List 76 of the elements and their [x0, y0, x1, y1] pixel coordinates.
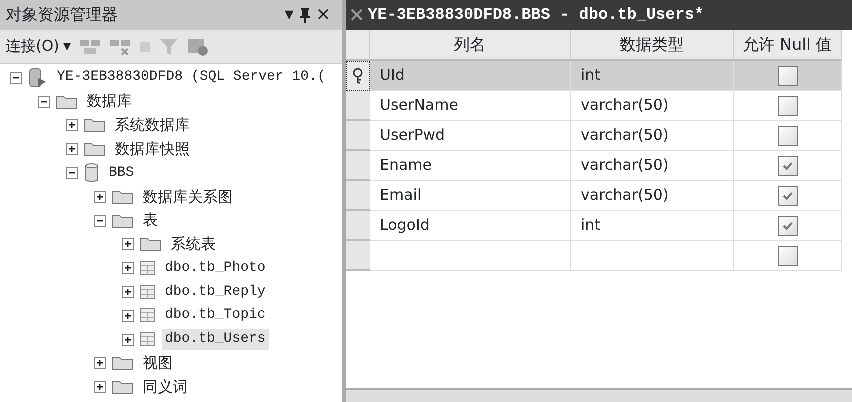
key-icon: [352, 68, 364, 84]
table-cell: LogoId: [370, 211, 571, 241]
table-icon: [140, 284, 156, 300]
expand-icon[interactable]: [122, 238, 134, 250]
collapse-icon[interactable]: [94, 214, 106, 227]
table-cell: varchar(50): [571, 121, 734, 151]
column-header[interactable]: 数据类型: [571, 30, 734, 61]
tree-item[interactable]: 系统表: [168, 233, 219, 256]
tree-item[interactable]: YE-3EB38830DFD8 (SQL Server 10.(: [54, 67, 329, 88]
check-icon: [782, 220, 794, 232]
expand-icon[interactable]: [66, 143, 78, 156]
table-cell: varchar(50): [571, 181, 734, 211]
checkbox[interactable]: [778, 246, 798, 266]
row-selector[interactable]: [346, 61, 370, 91]
tree-item[interactable]: 系统数据库: [112, 114, 193, 137]
folder-icon: [112, 188, 134, 205]
panel-title: 对象资源管理器: [6, 4, 118, 26]
document-tab[interactable]: YE-3EB38830DFD8.BBS - dbo.tb_Users*: [346, 0, 852, 30]
expand-icon[interactable]: [94, 357, 106, 370]
tree-item[interactable]: dbo.tb_Users: [162, 329, 269, 350]
checkbox[interactable]: [778, 66, 798, 86]
folder-icon: [56, 94, 78, 110]
table-cell: UId: [370, 61, 571, 91]
dropdown-button[interactable]: ▾: [280, 6, 299, 24]
expand-icon[interactable]: [122, 262, 134, 274]
expand-icon[interactable]: [94, 190, 106, 203]
pin-icon[interactable]: [298, 7, 311, 23]
tree-item[interactable]: dbo.tb_Photo: [162, 258, 269, 279]
folder-icon: [84, 141, 106, 158]
checkbox[interactable]: [778, 96, 798, 116]
collapse-icon[interactable]: [66, 167, 78, 180]
folder-icon: [140, 236, 162, 252]
folder-icon: [84, 117, 106, 134]
table-cell: Email: [370, 181, 571, 211]
tree-item[interactable]: 数据库关系图: [140, 186, 236, 208]
expand-icon[interactable]: [122, 334, 134, 346]
column-header[interactable]: 列名: [370, 30, 571, 61]
table-cell: UserPwd: [370, 121, 571, 151]
connect-button[interactable]: 连接(O) ▾: [6, 35, 72, 58]
table-icon: [140, 260, 156, 276]
folder-icon: [112, 355, 134, 372]
expand-icon[interactable]: [66, 119, 78, 132]
table-cell: varchar(50): [571, 151, 734, 181]
table-cell: Ename: [370, 151, 571, 181]
tree-item[interactable]: dbo.tb_Reply: [162, 282, 269, 303]
database-icon: [84, 163, 100, 184]
tree-item[interactable]: 视图: [140, 352, 176, 375]
server-icon: [28, 68, 48, 88]
tree-item[interactable]: 同义词: [140, 376, 191, 398]
tree-item[interactable]: 数据库快照: [112, 138, 193, 161]
checkbox[interactable]: [778, 126, 798, 146]
check-icon: [782, 160, 794, 172]
checkbox[interactable]: [778, 156, 798, 176]
folder-icon: [112, 379, 134, 396]
checkbox[interactable]: [778, 186, 798, 206]
expand-icon[interactable]: [122, 310, 134, 322]
table-cell: varchar(50): [571, 91, 734, 121]
table-icon: [140, 332, 156, 348]
expand-icon[interactable]: [94, 381, 106, 394]
table-cell: int: [571, 211, 734, 241]
tree-item[interactable]: 数据库: [84, 90, 135, 113]
header-corner: [346, 30, 370, 61]
table-icon: [140, 308, 156, 324]
expand-icon[interactable]: [122, 286, 134, 298]
table-cell: int: [571, 61, 734, 91]
collapse-icon[interactable]: [38, 96, 50, 108]
table-cell: UserName: [370, 91, 571, 121]
check-icon: [782, 190, 794, 202]
close-button[interactable]: ×: [310, 6, 336, 24]
tree-item[interactable]: dbo.tb_Topic: [162, 305, 269, 326]
folder-icon: [112, 212, 134, 229]
column-header[interactable]: 允许 Null 值: [734, 30, 842, 61]
tree-item[interactable]: 表: [140, 209, 161, 232]
collapse-icon[interactable]: [10, 72, 22, 84]
checkbox[interactable]: [778, 216, 798, 236]
tree-item[interactable]: BBS: [106, 162, 138, 184]
